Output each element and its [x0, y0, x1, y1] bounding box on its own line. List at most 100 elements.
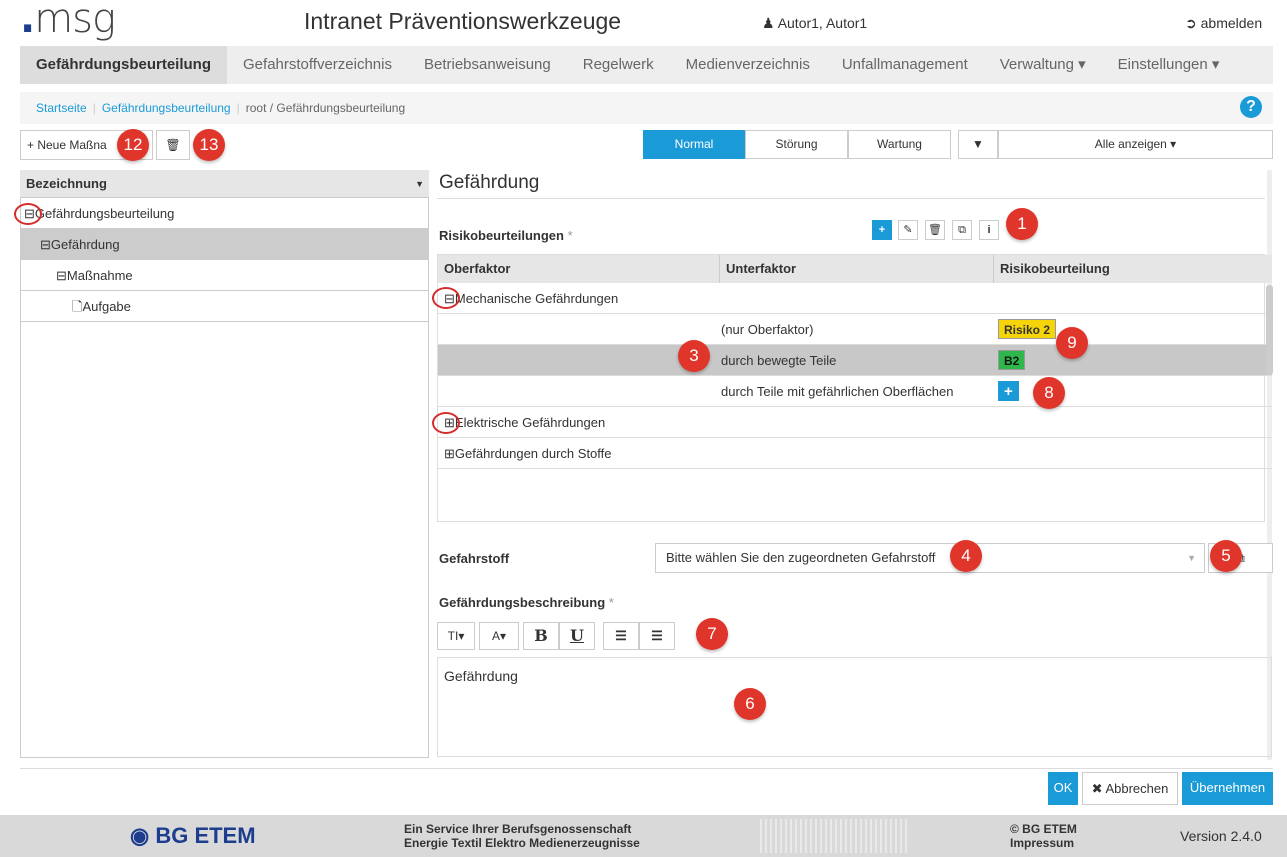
delete-risk-button[interactable]: 🗑 — [925, 220, 945, 240]
annotation-badge-9: 9 — [1056, 327, 1088, 359]
version-label: Version 2.4.0 — [1180, 828, 1262, 844]
nav-regelwerk[interactable]: Regelwerk — [567, 46, 670, 84]
breadcrumb-current: root / Gefährdungsbeurteilung — [245, 101, 406, 115]
impressum-link[interactable]: Impressum — [1010, 836, 1077, 850]
main-nav: Gefährdungsbeurteilung Gefahrstoffverzei… — [20, 46, 1273, 84]
trash-icon: 🗑 — [928, 224, 942, 236]
tree-header-label: Bezeichnung — [26, 176, 107, 191]
tree-header[interactable]: Bezeichnung ▼ — [20, 170, 429, 198]
ok-button[interactable]: OK — [1048, 772, 1078, 805]
tree-row-massnahme[interactable]: ⊟Maßnahme — [20, 260, 429, 291]
info-risk-button[interactable]: i — [979, 220, 999, 240]
collapse-icon[interactable]: ⊟ — [40, 237, 51, 252]
caret-down-icon[interactable]: ▼ — [1187, 544, 1196, 572]
delete-button[interactable]: 🗑 — [156, 130, 190, 160]
breadcrumb-section[interactable]: Gefährdungsbeurteilung — [102, 101, 231, 115]
logout-link[interactable]: ➲ abmelden — [1185, 15, 1262, 32]
gefahrstoff-select[interactable]: Bitte wählen Sie den zugeordneten Gefahr… — [655, 543, 1205, 573]
tree-row-gefaehrdungsbeurteilung[interactable]: ⊟Gefährdungsbeurteilung — [20, 198, 429, 229]
tree-row-aufgabe[interactable]: 🗋Aufgabe — [20, 291, 429, 322]
plus-icon: + — [878, 224, 886, 236]
col-unterfaktor[interactable]: Unterfaktor — [719, 255, 796, 283]
beschreibung-label: Gefährdungsbeschreibung * — [439, 595, 614, 610]
filter-button[interactable]: ▼ — [958, 130, 998, 159]
copy-icon: ⧉ — [958, 224, 966, 236]
group-row-mechanisch[interactable]: ⊟Mechanische Gefährdungen — [438, 283, 1272, 314]
col-risikobeurteilung[interactable]: Risikobeurteilung — [993, 255, 1110, 283]
mode-stoerung-button[interactable]: Störung — [745, 130, 848, 159]
grid-scrollbar[interactable] — [1266, 285, 1273, 375]
select-placeholder: Bitte wählen Sie den zugeordneten Gefahr… — [666, 550, 936, 565]
annotation-badge-8: 8 — [1033, 377, 1065, 409]
filter-icon: ▼ — [972, 137, 984, 151]
info-icon: i — [987, 224, 991, 236]
unterfaktor-cell: (nur Oberfaktor) — [721, 322, 814, 337]
editor-text: Gefährdung — [444, 668, 518, 684]
font-color-button[interactable]: A▾ — [479, 622, 519, 650]
col-oberfaktor[interactable]: Oberfaktor — [444, 255, 510, 283]
nav-betriebsanweisung[interactable]: Betriebsanweisung — [408, 46, 567, 84]
annotation-badge-4: 4 — [950, 540, 982, 572]
divider — [437, 198, 1265, 199]
annotation-badge-3: 3 — [678, 340, 710, 372]
divider — [20, 768, 1273, 769]
tree-label: Maßnahme — [66, 268, 133, 283]
unterfaktor-cell: durch bewegte Teile — [721, 353, 837, 368]
copy-risk-button[interactable]: ⧉ — [952, 220, 972, 240]
expand-icon[interactable]: ⊞ — [444, 446, 455, 461]
bullet-list-button[interactable]: ☰ — [603, 622, 639, 650]
mode-wartung-button[interactable]: Wartung — [848, 130, 951, 159]
footer: ◉ BG ETEM Ein Service Ihrer Berufsgenoss… — [0, 815, 1287, 857]
edit-risk-button[interactable]: ✎ — [898, 220, 918, 240]
risk-row[interactable]: durch Teile mit gefährlichen Oberflächen… — [438, 376, 1272, 407]
annotation-badge-12: 12 — [117, 129, 149, 161]
group-row-stoffe[interactable]: ⊞Gefährdungen durch Stoffe — [438, 438, 1272, 469]
trash-icon: 🗑 — [165, 138, 181, 152]
nav-verwaltung[interactable]: Verwaltung ▾ — [984, 46, 1102, 84]
apply-button[interactable]: Übernehmen — [1182, 772, 1273, 805]
risk-badge[interactable]: B2 — [998, 350, 1026, 370]
cancel-button[interactable]: ✖ Abbrechen — [1082, 772, 1178, 805]
group-label: Gefährdungen durch Stoffe — [454, 446, 612, 461]
collapse-icon[interactable]: ⊟ — [56, 268, 67, 283]
numbered-list-button[interactable]: ☰ — [639, 622, 675, 650]
breadcrumb-home[interactable]: Startseite — [36, 101, 87, 115]
footer-pattern — [760, 819, 910, 853]
tree-label: Gefährdungsbeurteilung — [34, 206, 175, 221]
add-risk-cell-button[interactable]: + — [998, 381, 1019, 401]
caret-down-icon[interactable]: ▼ — [415, 170, 424, 198]
annotation-ring — [432, 412, 460, 434]
mode-normal-button[interactable]: Normal — [643, 130, 745, 159]
underline-button[interactable]: U — [559, 622, 595, 650]
group-row-elektrisch[interactable]: ⊞Elektrische Gefährdungen — [438, 407, 1272, 438]
bg-etem-icon: ◉ — [130, 823, 150, 848]
annotation-badge-13: 13 — [193, 129, 225, 161]
bold-button[interactable]: B — [523, 622, 559, 650]
nav-gefahrstoffverzeichnis[interactable]: Gefahrstoffverzeichnis — [227, 46, 408, 84]
user-icon: ♟ — [762, 15, 775, 31]
help-icon[interactable]: ? — [1240, 96, 1262, 118]
filter-dropdown[interactable]: Alle anzeigen ▾ — [998, 130, 1273, 159]
app-title: Intranet Präventionswerkzeuge — [304, 8, 622, 34]
annotation-ring — [432, 287, 460, 309]
nav-gefaehrdungsbeurteilung[interactable]: Gefährdungsbeurteilung — [20, 46, 228, 84]
tree-label: Aufgabe — [82, 299, 131, 314]
gefahrstoff-label: Gefahrstoff — [439, 551, 510, 566]
nav-einstellungen[interactable]: Einstellungen ▾ — [1102, 46, 1236, 84]
user-name: Autor1, Autor1 — [777, 15, 868, 31]
service-text: Ein Service Ihrer Berufsgenossenschaft En… — [404, 822, 640, 850]
tree-row-gefaehrdung[interactable]: ⊟Gefährdung — [20, 229, 429, 260]
tree-label: Gefährdung — [50, 237, 120, 252]
font-size-button[interactable]: TI▾ — [437, 622, 475, 650]
risk-row[interactable]: (nur Oberfaktor) Risiko 2 — [438, 314, 1272, 345]
add-risk-button[interactable]: + — [872, 220, 892, 240]
risk-row[interactable]: durch bewegte Teile B2 — [438, 345, 1272, 376]
nav-medienverzeichnis[interactable]: Medienverzeichnis — [670, 46, 826, 84]
risk-badge[interactable]: Risiko 2 — [998, 319, 1057, 339]
annotation-badge-1: 1 — [1006, 208, 1038, 240]
annotation-badge-6: 6 — [734, 688, 766, 720]
unterfaktor-cell: durch Teile mit gefährlichen Oberflächen — [721, 384, 954, 399]
nav-unfallmanagement[interactable]: Unfallmanagement — [826, 46, 984, 84]
beschreibung-editor[interactable]: Gefährdung — [437, 657, 1272, 757]
annotation-ring — [14, 203, 42, 225]
